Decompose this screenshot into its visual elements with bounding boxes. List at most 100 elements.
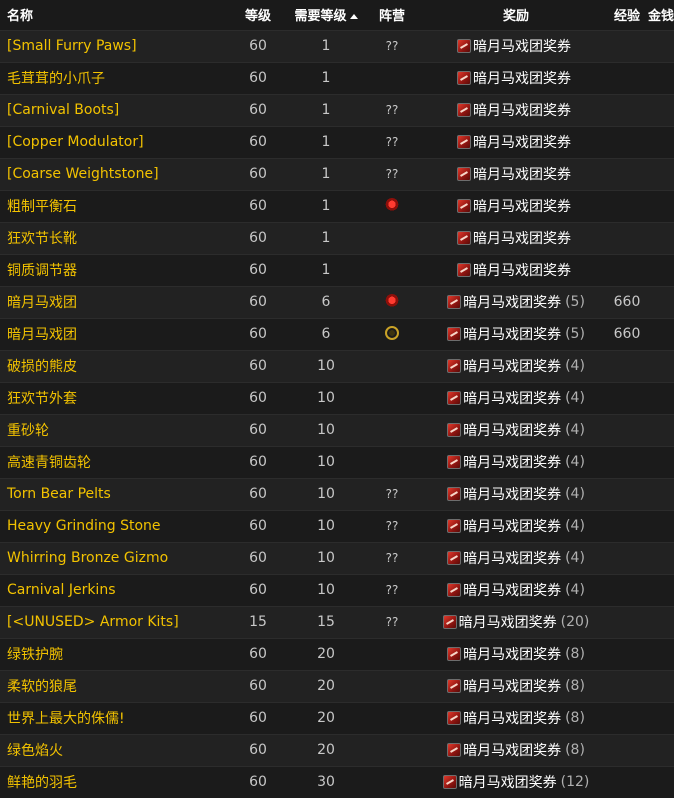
quest-name-link[interactable]: 绿铁护腕 [0, 637, 222, 670]
reward-item-link[interactable]: 暗月马戏团奖券 (4) [447, 484, 585, 504]
quest-name-link[interactable]: [Copper Modulator] [0, 125, 222, 158]
quest-name-link[interactable]: 重砂轮 [0, 413, 222, 446]
table-row[interactable]: Heavy Grinding Stone 60 10?? 暗月马戏团奖券 (4) [0, 509, 674, 542]
table-row[interactable]: [Copper Modulator] 60 1?? 暗月马戏团奖券 [0, 125, 674, 158]
quest-req-level: 10 [294, 349, 358, 382]
quest-name-link[interactable]: 鲜艳的羽毛 [0, 765, 222, 798]
reward-item-link[interactable]: 暗月马戏团奖券 (8) [447, 676, 585, 696]
table-row[interactable]: 粗制平衡石 60 1 暗月马戏团奖券 [0, 189, 674, 222]
quest-xp [606, 125, 648, 158]
reward-item-link[interactable]: 暗月马戏团奖券 (8) [447, 740, 585, 760]
table-row[interactable]: 破损的熊皮 60 10 暗月马戏团奖券 (4) [0, 349, 674, 382]
reward-item-link[interactable]: 暗月马戏团奖券 [457, 196, 575, 216]
reward-count: (5) [565, 325, 585, 342]
table-row[interactable]: 世界上最大的侏儒! 60 20 暗月马戏团奖券 (8) [0, 701, 674, 734]
quest-name-link[interactable]: [<UNUSED> Armor Kits] [0, 605, 222, 638]
ticket-icon [447, 390, 462, 405]
reward-item-link[interactable]: 暗月马戏团奖券 (4) [447, 516, 585, 536]
ticket-icon [457, 230, 471, 245]
quest-req-level: 20 [294, 733, 358, 766]
quest-name-link[interactable]: [Coarse Weightstone] [0, 157, 222, 190]
reward-item-link[interactable]: 暗月马戏团奖券 [457, 228, 575, 248]
reward-item-link[interactable]: 暗月马戏团奖券 [457, 260, 575, 280]
reward-item-link[interactable]: 暗月马戏团奖券 (4) [447, 388, 585, 408]
quest-name-link[interactable]: 破损的熊皮 [0, 349, 222, 382]
quest-name-link[interactable]: 柔软的狼尾 [0, 669, 222, 702]
table-row[interactable]: Whirring Bronze Gizmo 60 10?? 暗月马戏团奖券 (4) [0, 541, 674, 574]
quest-name-link[interactable]: Heavy Grinding Stone [0, 509, 222, 542]
table-row[interactable]: [Carnival Boots] 60 1?? 暗月马戏团奖券 [0, 93, 674, 126]
ticket-icon [447, 454, 462, 469]
quest-name-link[interactable]: Whirring Bronze Gizmo [0, 541, 222, 574]
table-row[interactable]: 重砂轮 60 10 暗月马戏团奖券 (4) [0, 413, 674, 446]
reward-count: (4) [565, 549, 585, 566]
quest-name-link[interactable]: 暗月马戏团 [0, 285, 222, 318]
reward-item-link[interactable]: 暗月马戏团奖券 [457, 164, 575, 184]
reward-item-link[interactable]: 暗月马戏团奖券 (4) [447, 452, 585, 472]
quest-level: 60 [222, 573, 294, 606]
column-header-req-level[interactable]: 需要等级 [294, 0, 358, 30]
table-row[interactable]: 绿铁护腕 60 20 暗月马戏团奖券 (8) [0, 637, 674, 670]
quest-reward: 暗月马戏团奖券 (4) [426, 477, 606, 510]
table-row[interactable]: 狂欢节外套 60 10 暗月马戏团奖券 (4) [0, 381, 674, 414]
table-row[interactable]: 高速青铜齿轮 60 10 暗月马戏团奖券 (4) [0, 445, 674, 478]
quest-name-link[interactable]: 世界上最大的侏儒! [0, 701, 222, 734]
reward-item-link[interactable]: 暗月马戏团奖券 (4) [447, 420, 585, 440]
table-row[interactable]: [<UNUSED> Armor Kits] 15 15?? 暗月马戏团奖券 (20) [0, 605, 674, 638]
reward-item-link[interactable]: 暗月马戏团奖券 (12) [442, 772, 589, 792]
reward-item-link[interactable]: 暗月马戏团奖券 [457, 100, 575, 120]
quest-name-link[interactable]: [Small Furry Paws] [0, 29, 222, 62]
reward-count: (8) [565, 741, 585, 758]
reward-item-link[interactable]: 暗月马戏团奖券 (20) [442, 612, 589, 632]
reward-item-link[interactable]: 暗月马戏团奖券 (5) [447, 324, 585, 344]
quest-name-link[interactable]: 暗月马戏团 [0, 317, 222, 350]
reward-item-link[interactable]: 暗月马戏团奖券 (8) [447, 708, 585, 728]
quest-name-link[interactable]: 狂欢节外套 [0, 381, 222, 414]
reward-item-link[interactable]: 暗月马戏团奖券 [457, 36, 575, 56]
quest-name-link[interactable]: Torn Bear Pelts [0, 477, 222, 510]
quest-req-level: 6 [294, 285, 358, 318]
column-header-reward[interactable]: 奖励 [426, 0, 606, 30]
quest-reward: 暗月马戏团奖券 [426, 61, 606, 94]
table-row[interactable]: 柔软的狼尾 60 20 暗月马戏团奖券 (8) [0, 669, 674, 702]
quest-name-link[interactable]: 铜质调节器 [0, 253, 222, 286]
table-row[interactable]: 狂欢节长靴 60 1 暗月马戏团奖券 [0, 221, 674, 254]
table-row[interactable]: 铜质调节器 60 1 暗月马戏团奖券 [0, 253, 674, 286]
quest-name-link[interactable]: [Carnival Boots] [0, 93, 222, 126]
table-row[interactable]: 暗月马戏团 60 6 暗月马戏团奖券 (5) 660 [0, 285, 674, 318]
quest-name-link[interactable]: 绿色焰火 [0, 733, 222, 766]
table-row[interactable]: 毛茸茸的小爪子 60 1 暗月马戏团奖券 [0, 61, 674, 94]
reward-item-link[interactable]: 暗月马戏团奖券 [457, 132, 575, 152]
quest-money [648, 509, 674, 542]
quest-name-link[interactable]: 狂欢节长靴 [0, 221, 222, 254]
quest-xp: 660 [606, 285, 648, 318]
table-row[interactable]: 鲜艳的羽毛 60 30 暗月马戏团奖券 (12) [0, 765, 674, 798]
reward-item-link[interactable]: 暗月马戏团奖券 (8) [447, 644, 585, 664]
reward-item-link[interactable]: 暗月马戏团奖券 (4) [447, 580, 585, 600]
quest-reward: 暗月马戏团奖券 (8) [426, 701, 606, 734]
quest-level: 60 [222, 61, 294, 94]
quest-reward: 暗月马戏团奖券 [426, 157, 606, 190]
reward-item-link[interactable]: 暗月马戏团奖券 (4) [447, 356, 585, 376]
column-header-level[interactable]: 等级 [222, 0, 294, 30]
quest-name-link[interactable]: 高速青铜齿轮 [0, 445, 222, 478]
table-row[interactable]: Carnival Jerkins 60 10?? 暗月马戏团奖券 (4) [0, 573, 674, 606]
table-row[interactable]: 暗月马戏团 60 6 暗月马戏团奖券 (5) 660 [0, 317, 674, 350]
column-header-xp[interactable]: 经验 [606, 0, 648, 30]
quest-level: 60 [222, 509, 294, 542]
table-row[interactable]: 绿色焰火 60 20 暗月马戏团奖券 (8) [0, 733, 674, 766]
table-row[interactable]: Torn Bear Pelts 60 10?? 暗月马戏团奖券 (4) [0, 477, 674, 510]
column-header-name[interactable]: 名称 [0, 0, 222, 30]
column-header-money[interactable]: 金钱 [648, 0, 674, 30]
quest-name-link[interactable]: Carnival Jerkins [0, 573, 222, 606]
quest-side [358, 413, 426, 446]
reward-item-link[interactable]: 暗月马戏团奖券 [457, 68, 575, 88]
reward-item-link[interactable]: 暗月马戏团奖券 (5) [447, 292, 585, 312]
quest-name-link[interactable]: 毛茸茸的小爪子 [0, 61, 222, 94]
quest-name-link[interactable]: 粗制平衡石 [0, 189, 222, 222]
reward-item-link[interactable]: 暗月马戏团奖券 (4) [447, 548, 585, 568]
quest-money [648, 253, 674, 286]
table-row[interactable]: [Coarse Weightstone] 60 1?? 暗月马戏团奖券 [0, 157, 674, 190]
table-row[interactable]: [Small Furry Paws] 60 1?? 暗月马戏团奖券 [0, 29, 674, 62]
column-header-side[interactable]: 阵营 [358, 0, 426, 30]
